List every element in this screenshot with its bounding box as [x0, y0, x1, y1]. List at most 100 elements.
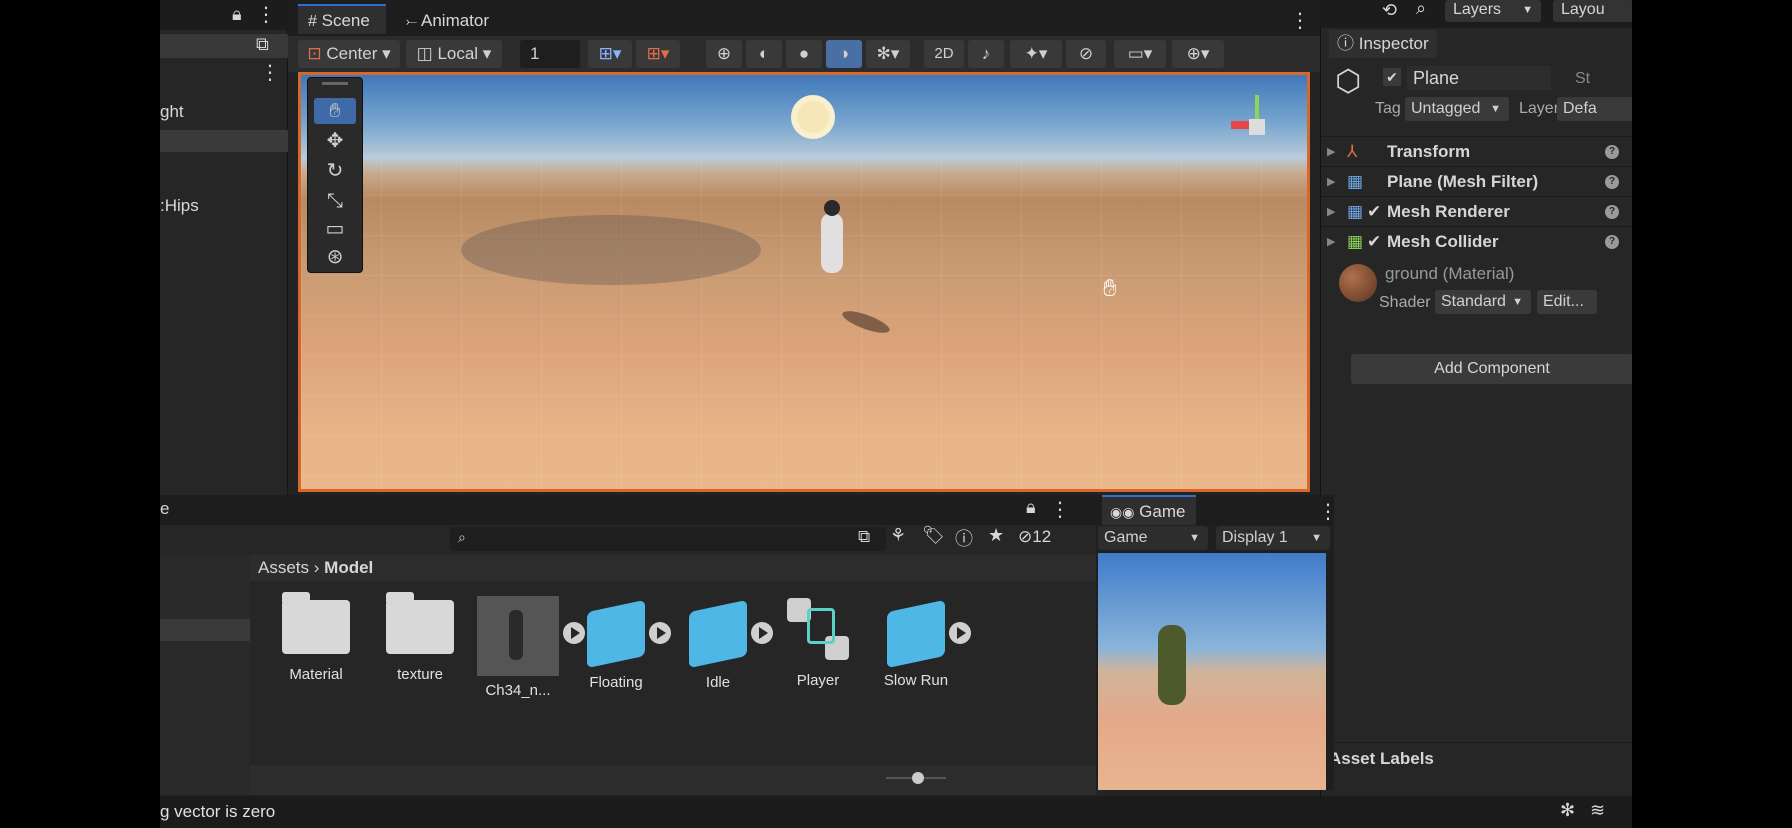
material-name[interactable]: ground (Material) — [1385, 264, 1514, 284]
foldout-arrow-icon[interactable]: ▶ — [1327, 137, 1335, 167]
shader-dropdown[interactable]: Standard ▼ — [1435, 290, 1531, 314]
expand-play-icon[interactable] — [949, 622, 971, 644]
hierarchy-item-light[interactable]: ght — [160, 102, 288, 124]
game-viewport[interactable] — [1098, 553, 1326, 790]
tag-dropdown[interactable]: Untagged ▼ — [1405, 97, 1509, 121]
enabled-checkbox[interactable]: ✔ — [1367, 197, 1381, 227]
asset-player[interactable]: Player — [770, 598, 866, 689]
search-by-type-icon[interactable]: ⧉ — [858, 527, 870, 547]
rect-tool-icon[interactable]: ▭ — [314, 216, 356, 242]
scene-tab-bar: # Scene ⤚ Animator ⋮ — [288, 0, 1320, 36]
hidden-packages-icon[interactable]: ⊘12 — [1018, 527, 1051, 547]
help-icon[interactable]: ? — [1605, 175, 1619, 189]
object-name-field[interactable]: Plane — [1407, 66, 1551, 90]
hand-tool-icon[interactable]: ✋︎ — [314, 98, 356, 124]
more-icon[interactable]: ⋮ — [260, 60, 280, 85]
breadcrumb-assets[interactable]: Assets — [258, 558, 309, 577]
toggle-2d-button[interactable]: 2D — [924, 40, 964, 68]
pivot-dropdown[interactable]: ⊡ Center ▾ — [298, 40, 400, 68]
layers-dropdown[interactable]: Layers ▼ — [1445, 0, 1541, 22]
layers-stack-icon[interactable]: ≋ — [1590, 800, 1605, 821]
more-icon[interactable]: ⋮ — [1318, 499, 1338, 524]
game-panel: Game ▼ Display 1 ▼ — [1096, 525, 1334, 790]
scene-viewport[interactable]: ✋︎ ✥ ↻ ⤡ ▭ ⊛ ✋︎ — [298, 72, 1310, 492]
search-icon[interactable]: ⌕ — [1416, 0, 1426, 19]
snap-increment-button[interactable]: ⊞▾ — [636, 40, 680, 68]
more-icon[interactable]: ⋮ — [256, 2, 276, 27]
component-mesh-renderer[interactable]: ▶ ▦ ✔ Mesh Renderer ? — [1321, 196, 1632, 226]
tab-scene[interactable]: # Scene — [298, 4, 386, 34]
scene-search-icon[interactable]: ⧉ — [256, 34, 269, 55]
log-types-icon[interactable]: ⓘ — [955, 525, 973, 551]
lit-button[interactable]: ◑ — [826, 40, 862, 68]
rotate-tool-icon[interactable]: ↻ — [314, 158, 356, 184]
more-icon[interactable]: ⋮ — [1050, 497, 1070, 522]
gizmos-button[interactable]: ⊕▾ — [1172, 40, 1224, 68]
grid-size-field[interactable]: 1 — [520, 40, 580, 68]
tab-project[interactable]: e — [160, 499, 169, 519]
static-label[interactable]: St — [1575, 70, 1590, 88]
move-tool-icon[interactable]: ✥ — [314, 128, 356, 154]
filter-by-label-icon[interactable]: 🏷︎ — [922, 525, 945, 546]
player-character[interactable] — [821, 213, 843, 273]
tab-inspector[interactable]: ⓘ Inspector — [1329, 30, 1437, 58]
component-mesh-collider[interactable]: ▶ ▦ ✔ Mesh Collider ? — [1321, 226, 1632, 256]
component-mesh-filter[interactable]: ▶ ▦ Plane (Mesh Filter) ? — [1321, 166, 1632, 196]
tab-animator[interactable]: ⤚ Animator — [398, 6, 508, 36]
breadcrumb-model[interactable]: Model — [324, 558, 373, 577]
asset-material-folder[interactable]: Material — [268, 592, 364, 683]
expand-play-icon[interactable] — [649, 622, 671, 644]
help-icon[interactable]: ? — [1605, 205, 1619, 219]
active-checkbox[interactable]: ✔ — [1383, 68, 1401, 86]
layer-dropdown[interactable]: Defa — [1557, 97, 1632, 121]
filter-by-type-icon[interactable]: ⚘ — [890, 525, 906, 546]
tab-game[interactable]: ◉◉ Game — [1102, 495, 1196, 525]
hierarchy-item-selected[interactable] — [160, 130, 288, 152]
lock-icon[interactable]: 🔒︎ — [1026, 497, 1036, 518]
foldout-arrow-icon[interactable]: ▶ — [1327, 227, 1335, 257]
foldout-arrow-icon[interactable]: ▶ — [1327, 167, 1335, 197]
scene-gizmo[interactable] — [1231, 95, 1291, 155]
console-message[interactable]: g vector is zero — [160, 802, 275, 822]
foldout-arrow-icon[interactable]: ▶ — [1327, 197, 1335, 227]
layout-dropdown[interactable]: Layou — [1553, 0, 1632, 22]
project-tab-bar: e 🔒︎ ⋮ — [160, 495, 1100, 525]
shaded-button[interactable]: ● — [786, 40, 822, 68]
more-icon[interactable]: ⋮ — [1290, 8, 1310, 33]
effects-button[interactable]: ✦▾ — [1010, 40, 1062, 68]
lock-icon[interactable]: 🔒︎ — [232, 4, 242, 25]
project-search-input[interactable]: ⌕ — [450, 527, 886, 551]
enabled-checkbox[interactable]: ✔ — [1367, 227, 1381, 257]
hidden-objects-button[interactable]: ⊘ — [1066, 40, 1106, 68]
debug-draw-mode-button[interactable]: ✻▾ — [866, 40, 910, 68]
display-dropdown[interactable]: Display 1 ▼ — [1216, 526, 1330, 550]
asset-slow-run[interactable]: Slow Run — [868, 596, 971, 689]
add-component-button[interactable]: Add Component — [1351, 354, 1632, 384]
scale-tool-icon[interactable]: ⤡ — [314, 188, 356, 214]
help-icon[interactable]: ? — [1605, 145, 1619, 159]
gamepad-icon: ◉◉ — [1110, 504, 1135, 520]
history-icon[interactable]: ⟲ — [1382, 0, 1397, 21]
edit-shader-button[interactable]: Edit... — [1537, 290, 1597, 314]
wireframe-shading-button[interactable]: ⊕ — [706, 40, 742, 68]
asset-labels-header[interactable]: Asset Labels — [1321, 742, 1632, 774]
hierarchy-item-hips[interactable]: :Hips — [160, 196, 288, 218]
component-transform[interactable]: ▶ ⅄ Transform ? — [1321, 136, 1632, 166]
grid-snap-button[interactable]: ⊞▾ — [588, 40, 632, 68]
camera-button[interactable]: ▭▾ — [1114, 40, 1166, 68]
asset-ch34-model[interactable]: Ch34_n... — [470, 596, 585, 699]
space-dropdown[interactable]: ◫ Local ▾ — [406, 40, 502, 68]
audio-button[interactable]: ♪ — [968, 40, 1004, 68]
drag-handle[interactable] — [322, 82, 348, 85]
favorites-star-icon[interactable]: ★ — [988, 525, 1004, 546]
transform-tool-icon[interactable]: ⊛ — [314, 244, 356, 270]
game-mode-dropdown[interactable]: Game ▼ — [1098, 526, 1208, 550]
folder-tree-item-selected[interactable] — [160, 619, 250, 641]
help-icon[interactable]: ? — [1605, 235, 1619, 249]
shaded-wireframe-button[interactable]: ◐ — [746, 40, 782, 68]
asset-texture-folder[interactable]: texture — [372, 592, 468, 683]
asset-floating[interactable]: Floating — [568, 596, 671, 691]
zoom-slider-handle[interactable] — [912, 772, 924, 784]
asset-idle[interactable]: Idle — [670, 596, 773, 691]
debug-icon[interactable]: ✻ — [1560, 800, 1575, 821]
